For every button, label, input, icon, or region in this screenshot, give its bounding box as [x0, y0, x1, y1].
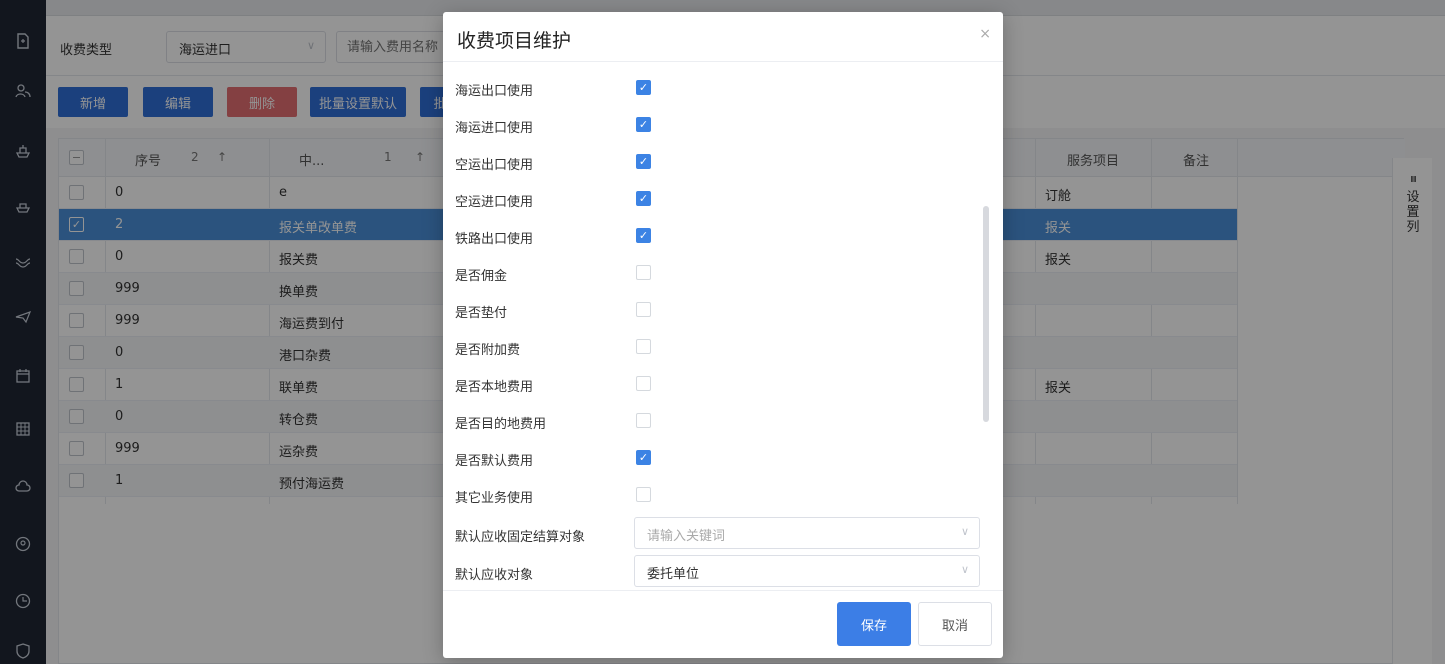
commission-checkbox[interactable]	[636, 265, 651, 280]
default-fee-checkbox[interactable]: ✓	[636, 450, 651, 465]
chevron-down-icon: ∨	[960, 525, 969, 538]
chevron-down-icon: ∨	[960, 563, 969, 576]
dialog-title: 收费项目维护	[457, 30, 572, 52]
field-label: 空运出口使用	[455, 158, 534, 173]
air-import-checkbox[interactable]: ✓	[636, 191, 651, 206]
local-fee-checkbox[interactable]	[636, 376, 651, 391]
air-export-checkbox[interactable]: ✓	[636, 154, 651, 169]
field-label: 其它业务使用	[455, 491, 534, 506]
field-sea-export: 海运出口使用 ✓	[455, 70, 985, 106]
other-business-checkbox[interactable]	[636, 487, 651, 502]
field-label: 是否垫付	[455, 306, 508, 321]
dialog-scrollbar[interactable]	[983, 206, 989, 422]
field-label: 是否本地费用	[455, 380, 534, 395]
dialog-body: 海运出口使用 ✓ 海运进口使用 ✓ 空运出口使用 ✓ 空运进口使用 ✓ 铁路出口…	[443, 66, 1003, 590]
field-label: 默认应收固定结算对象	[455, 530, 586, 545]
field-commission: 是否佣金	[455, 255, 985, 291]
fee-item-dialog: 收费项目维护 × 海运出口使用 ✓ 海运进口使用 ✓ 空运出口使用 ✓ 空运进口…	[443, 12, 1003, 658]
field-label: 海运进口使用	[455, 121, 534, 136]
receivable-target-value: 委托单位	[647, 567, 700, 582]
field-label: 是否附加费	[455, 343, 521, 358]
field-settle-target: 默认应收固定结算对象 请输入关键词 ∨	[455, 516, 985, 552]
field-label: 是否目的地费用	[455, 417, 547, 432]
field-label: 是否佣金	[455, 269, 508, 284]
field-surcharge: 是否附加费	[455, 329, 985, 365]
settle-target-placeholder: 请输入关键词	[647, 529, 726, 544]
dialog-header: 收费项目维护 ×	[443, 12, 1003, 62]
sea-import-checkbox[interactable]: ✓	[636, 117, 651, 132]
surcharge-checkbox[interactable]	[636, 339, 651, 354]
advance-checkbox[interactable]	[636, 302, 651, 317]
close-icon[interactable]: ×	[979, 26, 991, 42]
field-local-fee: 是否本地费用	[455, 366, 985, 402]
field-label: 空运进口使用	[455, 195, 534, 210]
field-label: 默认应收对象	[455, 568, 534, 583]
sea-export-checkbox[interactable]: ✓	[636, 80, 651, 95]
dialog-footer: 保存 取消	[443, 590, 1003, 658]
field-label: 是否默认费用	[455, 454, 534, 469]
field-air-export: 空运出口使用 ✓	[455, 144, 985, 180]
field-destination-fee: 是否目的地费用	[455, 403, 985, 439]
cancel-button[interactable]: 取消	[918, 602, 992, 646]
field-receivable-target: 默认应收对象 委托单位 ∨	[455, 554, 985, 590]
destination-fee-checkbox[interactable]	[636, 413, 651, 428]
field-label: 铁路出口使用	[455, 232, 534, 247]
receivable-target-select[interactable]: 委托单位 ∨	[634, 555, 980, 587]
field-rail-export: 铁路出口使用 ✓	[455, 218, 985, 254]
save-button[interactable]: 保存	[837, 602, 911, 646]
field-sea-import: 海运进口使用 ✓	[455, 107, 985, 143]
field-default-fee: 是否默认费用 ✓	[455, 440, 985, 476]
field-air-import: 空运进口使用 ✓	[455, 181, 985, 217]
field-advance: 是否垫付	[455, 292, 985, 328]
settle-target-select[interactable]: 请输入关键词 ∨	[634, 517, 980, 549]
field-label: 海运出口使用	[455, 84, 534, 99]
rail-export-checkbox[interactable]: ✓	[636, 228, 651, 243]
field-other-business: 其它业务使用	[455, 477, 985, 513]
